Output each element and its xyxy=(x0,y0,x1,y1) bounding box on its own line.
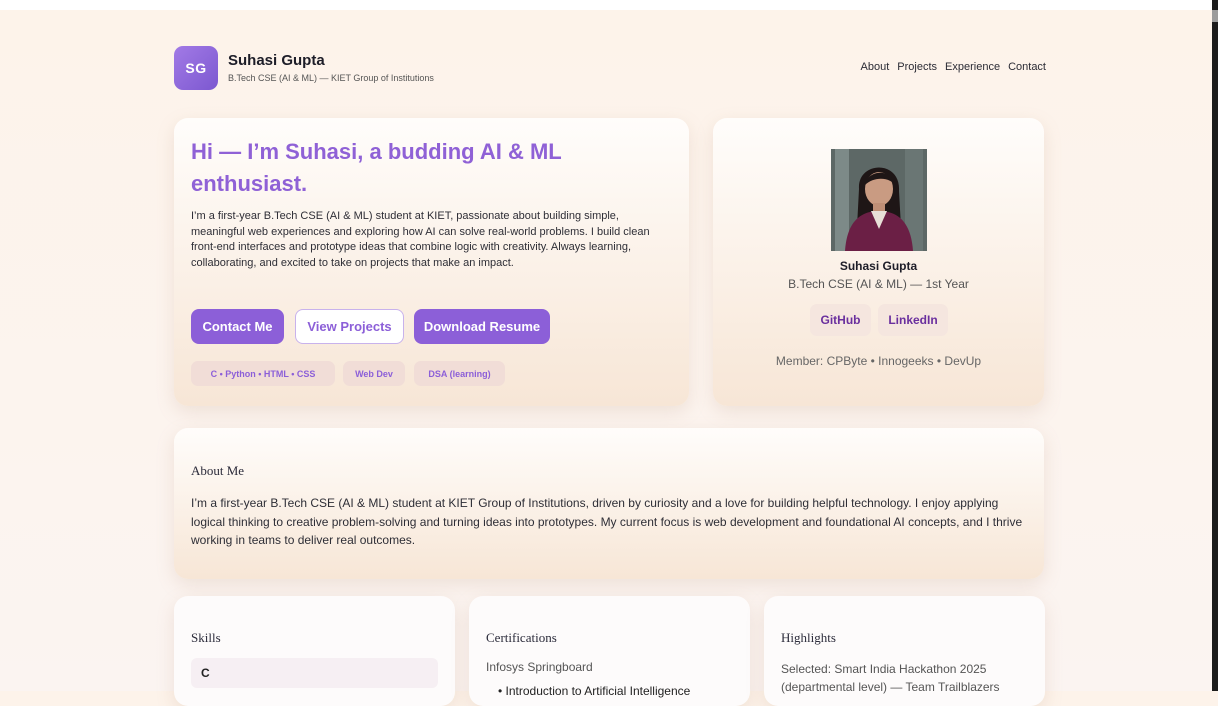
browser-top-strip xyxy=(0,0,1218,10)
nav-contact[interactable]: Contact xyxy=(1008,61,1046,73)
about-text: I’m a first-year B.Tech CSE (AI & ML) st… xyxy=(191,496,1023,547)
linkedin-link[interactable]: LinkedIn xyxy=(878,304,948,336)
hero-card: Hi — I’m Suhasi, a budding AI & ML enthu… xyxy=(174,118,689,406)
highlights-title: Highlights xyxy=(781,630,836,645)
scrollbar-thumb[interactable] xyxy=(1212,10,1218,22)
contact-me-button[interactable]: Contact Me xyxy=(191,309,284,344)
github-link[interactable]: GitHub xyxy=(810,304,871,336)
tag-web-dev: Web Dev xyxy=(343,361,405,386)
skills-card: Skills C xyxy=(174,596,455,706)
profile-degree: B.Tech CSE (AI & ML) — 1st Year xyxy=(788,277,969,291)
profile-name: Suhasi Gupta xyxy=(839,259,918,273)
cert-item-label: Introduction to Artificial Intelligence xyxy=(505,684,691,698)
hero-title: Hi — I’m Suhasi, a budding AI & ML enthu… xyxy=(191,139,562,196)
about-title: About Me xyxy=(191,463,245,478)
nav-experience[interactable]: Experience xyxy=(945,61,1000,73)
hero-intro: I’m a first-year B.Tech CSE (AI & ML) st… xyxy=(191,210,650,269)
skill-item: C xyxy=(191,658,438,688)
skills-title: Skills xyxy=(191,630,221,645)
tag-languages: C • Python • HTML • CSS xyxy=(191,361,335,386)
profile-photo xyxy=(831,149,927,251)
logo-initials: SG xyxy=(185,60,207,76)
top-nav: About Projects Experience Contact xyxy=(861,61,1046,73)
nav-projects[interactable]: Projects xyxy=(897,61,937,73)
view-projects-button[interactable]: View Projects xyxy=(295,309,404,344)
profile-membership: Member: CPByte • Innogeeks • DevUp xyxy=(775,354,982,368)
certifications-title: Certifications xyxy=(486,630,557,645)
site-owner-subtitle: B.Tech CSE (AI & ML) — KIET Group of Ins… xyxy=(228,73,434,83)
about-card: About Me I’m a first-year B.Tech CSE (AI… xyxy=(174,428,1044,579)
nav-about[interactable]: About xyxy=(861,61,890,73)
cert-item: • Introduction to Artificial Intelligenc… xyxy=(498,684,691,698)
logo-badge[interactable]: SG xyxy=(174,46,218,90)
cert-org: Infosys Springboard xyxy=(486,660,593,674)
profile-photo-illustration xyxy=(831,149,927,251)
highlights-card: Highlights Selected: Smart India Hackath… xyxy=(764,596,1045,706)
page-scrollbar[interactable] xyxy=(1212,0,1218,691)
certifications-card: Certifications Infosys Springboard • Int… xyxy=(469,596,750,706)
tag-dsa: DSA (learning) xyxy=(414,361,505,386)
download-resume-button[interactable]: Download Resume xyxy=(414,309,550,344)
profile-card: Suhasi Gupta B.Tech CSE (AI & ML) — 1st … xyxy=(713,118,1044,406)
site-owner-name: Suhasi Gupta xyxy=(228,52,325,69)
